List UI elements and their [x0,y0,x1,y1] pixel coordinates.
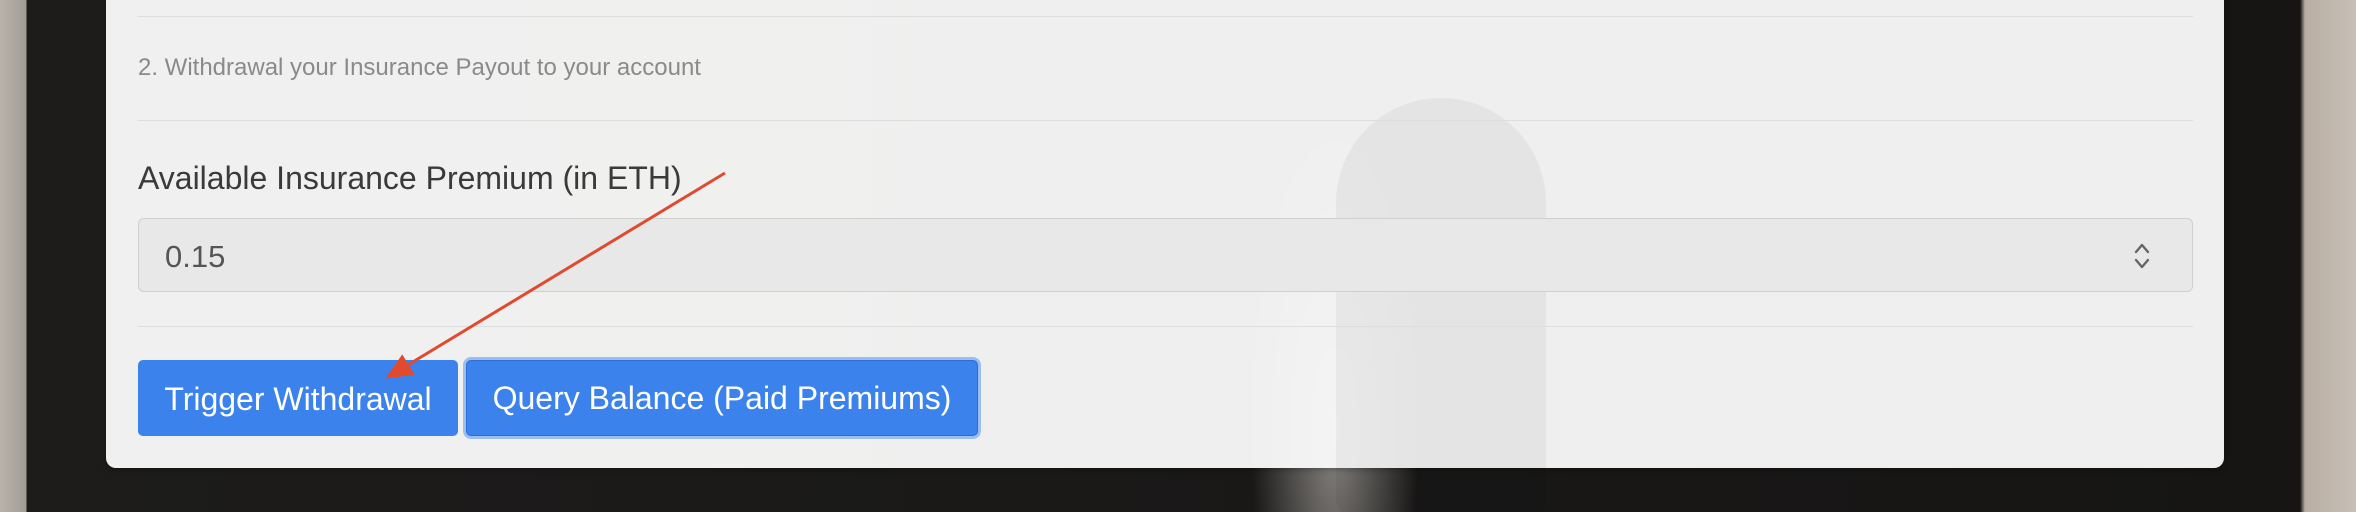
premium-field-label: Available Insurance Premium (in ETH) [138,160,682,196]
divider-top [138,16,2193,17]
premium-input[interactable]: 0.15 [138,218,2193,292]
divider-middle [138,120,2193,121]
premium-input-value: 0.15 [165,239,226,274]
step-2-instruction: 2. Withdrawal your Insurance Payout to y… [138,54,701,81]
divider-bottom [138,326,2193,327]
background-figure [1336,98,1546,512]
query-balance-button[interactable]: Query Balance (Paid Premiums) [466,360,978,436]
chevron-up-down-icon[interactable] [2132,239,2152,273]
trigger-withdrawal-button[interactable]: Trigger Withdrawal [138,360,458,436]
